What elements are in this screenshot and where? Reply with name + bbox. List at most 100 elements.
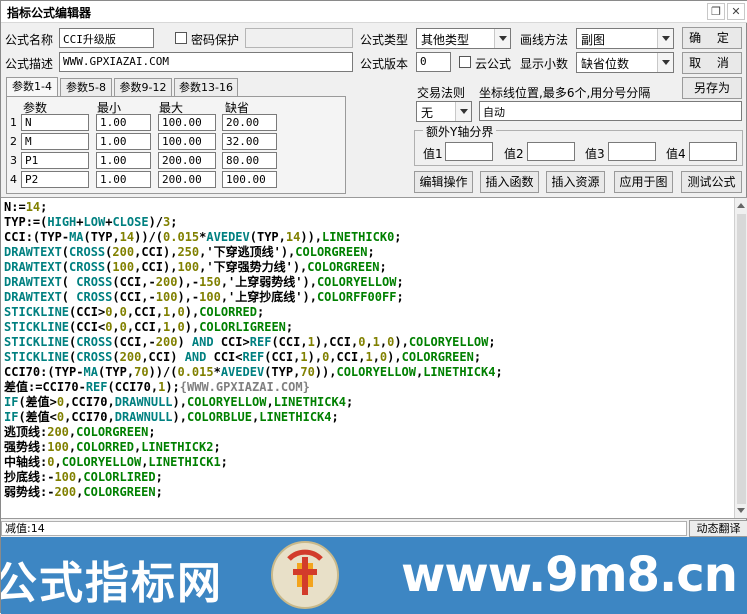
restore-icon[interactable]: ❐ bbox=[707, 3, 725, 20]
scroll-up-icon[interactable] bbox=[737, 203, 745, 208]
yaxis-v1-input[interactable] bbox=[445, 142, 493, 161]
edit-operation-button[interactable]: 编辑操作 bbox=[414, 171, 473, 193]
scroll-thumb[interactable] bbox=[737, 214, 746, 504]
code-line[interactable]: IF(差值<0,CCI70,DRAWNULL),COLORBLUE,LINETH… bbox=[4, 410, 503, 425]
type-label: 公式类型 bbox=[360, 33, 409, 47]
password-input[interactable] bbox=[245, 28, 353, 48]
code-line[interactable]: 强势线:100,COLORRED,LINETHICK2; bbox=[4, 440, 503, 455]
trade-select[interactable]: 无 bbox=[416, 101, 472, 122]
chevron-down-icon bbox=[657, 53, 673, 72]
code-line[interactable]: 中轴线:0,COLORYELLOW,LINETHICK1; bbox=[4, 455, 503, 470]
title-bar: 指标公式编辑器 ❐ ✕ bbox=[1, 1, 747, 23]
param-name-input[interactable]: N bbox=[21, 114, 89, 131]
type-select[interactable]: 其他类型 bbox=[416, 28, 511, 49]
code-line[interactable]: DRAWTEXT( CROSS(CCI,-100),-100,'上穿抄底线'),… bbox=[4, 290, 503, 305]
save-as-button[interactable]: 另存为 bbox=[682, 77, 742, 99]
param-max-input[interactable]: 100.00 bbox=[158, 133, 216, 150]
yaxis-v2-input[interactable] bbox=[527, 142, 575, 161]
coord-input[interactable]: 自动 bbox=[479, 101, 742, 121]
tab-params-9-12[interactable]: 参数9-12 bbox=[114, 78, 172, 97]
code-editor[interactable]: N:=14; TYP:=(HIGH+LOW+CLOSE)/3; CCI:(TYP-M… bbox=[1, 197, 747, 519]
param-min-input[interactable]: 1.00 bbox=[96, 152, 151, 169]
param-max-input[interactable]: 100.00 bbox=[158, 114, 216, 131]
code-line[interactable]: IF(差值>0,CCI70,DRAWNULL),COLORYELLOW,LINE… bbox=[4, 395, 503, 410]
insert-resource-button[interactable]: 插入资源 bbox=[546, 171, 605, 193]
param-row-number: 2 bbox=[10, 135, 17, 148]
insert-function-button[interactable]: 插入函数 bbox=[480, 171, 539, 193]
param-min-input[interactable]: 1.00 bbox=[96, 114, 151, 131]
param-default-input[interactable]: 100.00 bbox=[222, 171, 277, 188]
draw-value: 副图 bbox=[581, 33, 606, 47]
name-input[interactable]: CCI升级版 bbox=[59, 28, 154, 48]
chevron-down-icon bbox=[455, 102, 471, 121]
trade-label: 交易法则 bbox=[417, 86, 466, 100]
param-max-input[interactable]: 200.00 bbox=[158, 171, 216, 188]
yaxis-v4-input[interactable] bbox=[689, 142, 737, 161]
code-line[interactable]: N:=14; bbox=[4, 200, 503, 215]
yaxis-v1-label: 值1 bbox=[423, 147, 443, 161]
code-line[interactable]: CCI:(TYP-MA(TYP,14))/(0.015*AVEDEV(TYP,1… bbox=[4, 230, 503, 245]
param-max-input[interactable]: 200.00 bbox=[158, 152, 216, 169]
watermark-banner: 公式指标网 www.9m8.cn bbox=[1, 537, 747, 614]
window-title: 指标公式编辑器 bbox=[7, 6, 92, 20]
status-bar: 减值:14 bbox=[1, 521, 687, 536]
chevron-down-icon bbox=[657, 29, 673, 48]
type-value: 其他类型 bbox=[421, 33, 470, 47]
decimal-value: 缺省位数 bbox=[581, 57, 630, 71]
close-icon[interactable]: ✕ bbox=[727, 3, 745, 20]
code-line[interactable]: TYP:=(HIGH+LOW+CLOSE)/3; bbox=[4, 215, 503, 230]
yaxis-v4-label: 值4 bbox=[666, 147, 686, 161]
param-min-input[interactable]: 1.00 bbox=[96, 171, 151, 188]
param-name-input[interactable]: M bbox=[21, 133, 89, 150]
dynamic-translate-button[interactable]: 动态翻译 bbox=[689, 520, 747, 537]
param-name-input[interactable]: P2 bbox=[21, 171, 89, 188]
code-line[interactable]: STICKLINE(CCI<0,0,CCI,1,0),COLORLIGREEN; bbox=[4, 320, 503, 335]
chevron-down-icon bbox=[494, 29, 510, 48]
code-line[interactable]: DRAWTEXT(CROSS(200,CCI),250,'下穿逃顶线'),COL… bbox=[4, 245, 503, 260]
version-input[interactable]: 0 bbox=[416, 52, 451, 72]
code-line[interactable]: STICKLINE(CROSS(CCI,-200) AND CCI>REF(CC… bbox=[4, 335, 503, 350]
tab-params-5-8[interactable]: 参数5-8 bbox=[60, 78, 112, 97]
param-default-input[interactable]: 32.00 bbox=[222, 133, 277, 150]
code-text[interactable]: N:=14; TYP:=(HIGH+LOW+CLOSE)/3; CCI:(TYP-M… bbox=[4, 200, 503, 500]
param-row-number: 3 bbox=[10, 154, 17, 167]
password-checkbox[interactable] bbox=[175, 32, 187, 44]
yaxis-group-title: 额外Y轴分界 bbox=[423, 123, 497, 140]
decimal-select[interactable]: 缺省位数 bbox=[576, 52, 674, 73]
ok-button[interactable]: 确 定 bbox=[682, 27, 742, 49]
code-line[interactable]: STICKLINE(CROSS(200,CCI) AND CCI<REF(CCI… bbox=[4, 350, 503, 365]
code-line[interactable]: 弱势线:-200,COLORGREEN; bbox=[4, 485, 503, 500]
cloud-checkbox[interactable] bbox=[459, 56, 471, 68]
draw-select[interactable]: 副图 bbox=[576, 28, 674, 49]
code-line[interactable]: 逃顶线:200,COLORGREEN; bbox=[4, 425, 503, 440]
version-label: 公式版本 bbox=[360, 57, 409, 71]
password-label: 密码保护 bbox=[191, 33, 240, 47]
param-name-input[interactable]: P1 bbox=[21, 152, 89, 169]
tab-params-13-16[interactable]: 参数13-16 bbox=[174, 78, 238, 97]
desc-input[interactable]: WWW.GPXIAZAI.COM bbox=[59, 52, 353, 72]
code-line[interactable]: 差值:=CCI70-REF(CCI70,1);{WWW.GPXIAZAI.COM… bbox=[4, 380, 503, 395]
param-default-input[interactable]: 80.00 bbox=[222, 152, 277, 169]
cancel-button[interactable]: 取 消 bbox=[682, 52, 742, 74]
param-min-input[interactable]: 1.00 bbox=[96, 133, 151, 150]
param-default-input[interactable]: 20.00 bbox=[222, 114, 277, 131]
coord-label: 坐标线位置,最多6个,用分号分隔 bbox=[479, 86, 651, 100]
code-line[interactable]: STICKLINE(CCI>0,0,CCI,1,0),COLORRED; bbox=[4, 305, 503, 320]
tab-params-1-4[interactable]: 参数1-4 bbox=[6, 77, 58, 98]
scroll-down-icon[interactable] bbox=[737, 508, 745, 513]
test-formula-button[interactable]: 测试公式 bbox=[681, 171, 742, 193]
code-line[interactable]: 抄底线:-100,COLORLIRED; bbox=[4, 470, 503, 485]
yaxis-v3-input[interactable] bbox=[608, 142, 656, 161]
param-row-number: 1 bbox=[10, 116, 17, 129]
apply-to-chart-button[interactable]: 应用于图 bbox=[614, 171, 673, 193]
code-line[interactable]: CCI70:(TYP-MA(TYP,70))/(0.015*AVEDEV(TYP… bbox=[4, 365, 503, 380]
vertical-scrollbar[interactable] bbox=[734, 198, 747, 518]
yaxis-v3-label: 值3 bbox=[585, 147, 605, 161]
cloud-label: 云公式 bbox=[475, 57, 512, 71]
site-logo-icon bbox=[271, 541, 339, 609]
trade-value: 无 bbox=[421, 106, 434, 120]
code-line[interactable]: DRAWTEXT(CROSS(100,CCI),100,'下穿强势力线'),CO… bbox=[4, 260, 503, 275]
params-panel: 参数 最小 最大 缺省 1 N 1.00 100.00 20.00 2 M 1.… bbox=[6, 96, 346, 194]
code-line[interactable]: DRAWTEXT( CROSS(CCI,-200),-150,'上穿弱势线'),… bbox=[4, 275, 503, 290]
extra-yaxis-group: 额外Y轴分界 值1 值2 值3 值4 bbox=[414, 123, 743, 166]
